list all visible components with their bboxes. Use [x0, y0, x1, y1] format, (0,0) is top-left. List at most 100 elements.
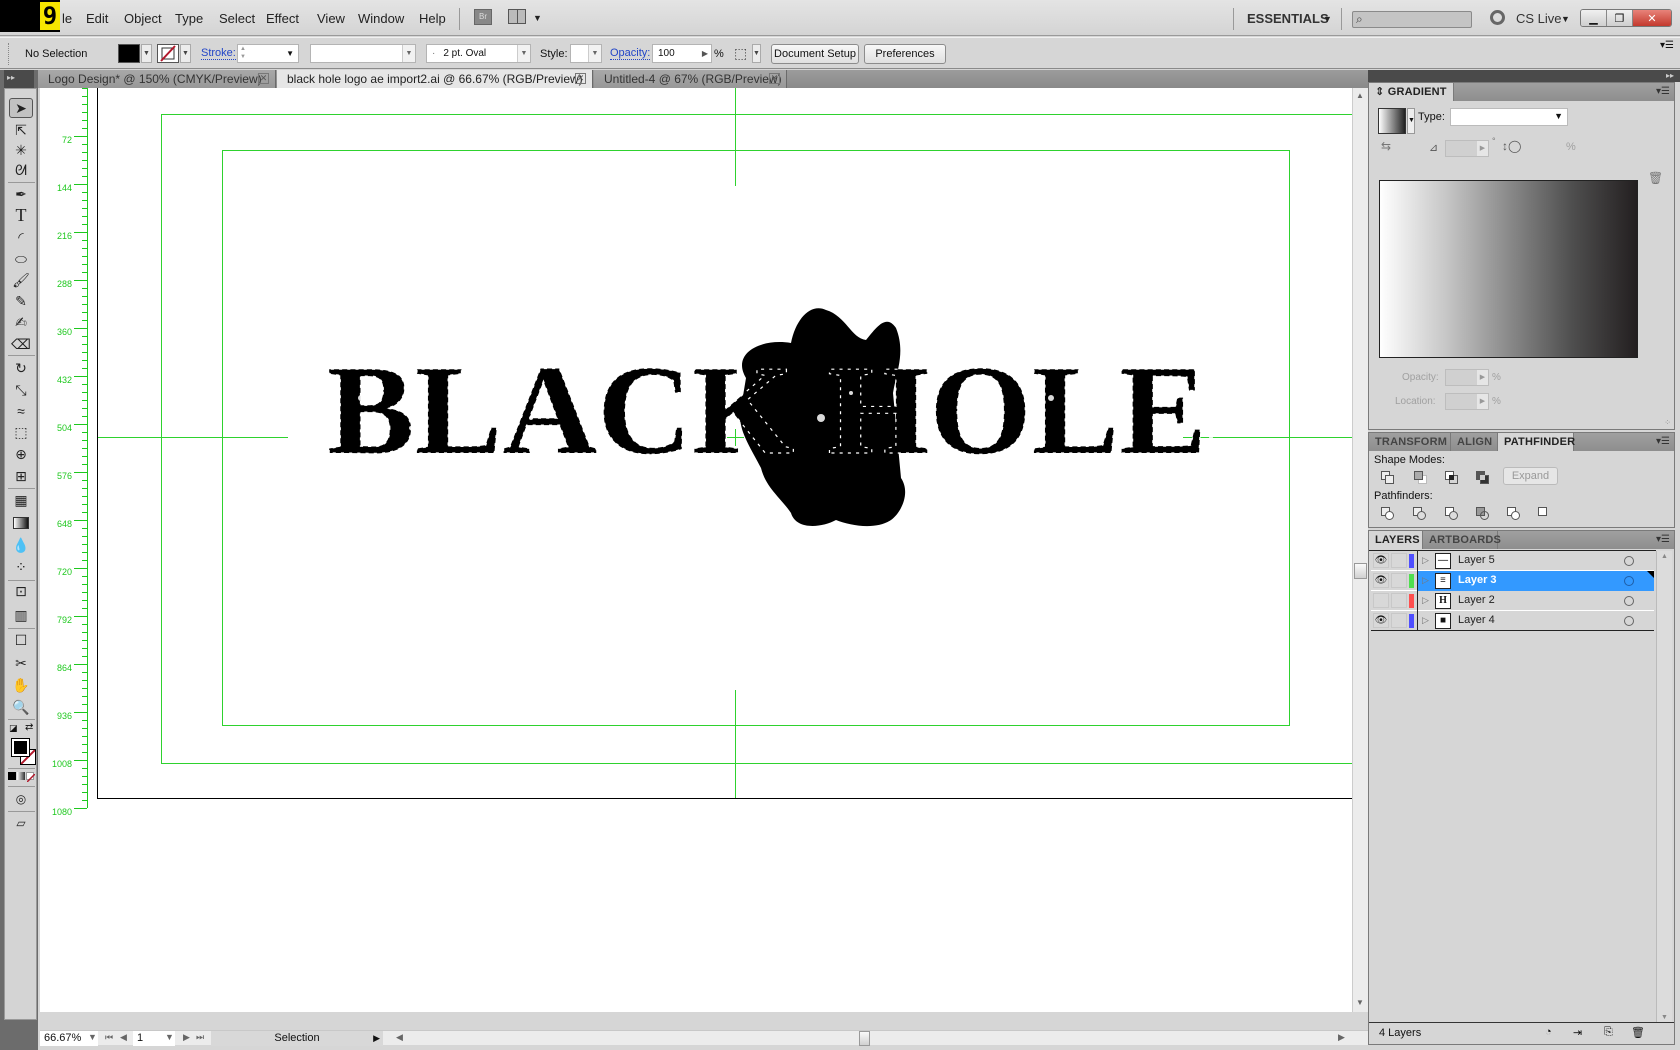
visibility-eye-icon[interactable]: 👁 — [1373, 613, 1389, 628]
ellipse-tool[interactable]: ⬭ — [9, 249, 33, 269]
minus-back-icon[interactable] — [1538, 507, 1552, 521]
stroke-dropdown-icon[interactable]: ▼ — [180, 44, 191, 63]
artboard-canvas[interactable]: 72 144 216 288 360 432 504 576 648 720 792 864 936 10… — [40, 88, 1352, 1012]
menu-object[interactable]: Object — [124, 11, 162, 26]
layer-row[interactable]: ▷ H Layer 2 — [1371, 591, 1654, 611]
graphic-style-select[interactable]: ▼ — [570, 44, 602, 63]
outline-icon[interactable] — [1507, 507, 1521, 521]
expand-layer-icon[interactable]: ▷ — [1422, 555, 1429, 566]
angle-dropdown-icon[interactable]: ▶ — [1477, 141, 1488, 156]
crop-icon[interactable] — [1476, 507, 1490, 521]
expand-button[interactable]: Expand — [1503, 467, 1558, 485]
status-menu-arrow-icon[interactable]: ▶ — [373, 1031, 380, 1046]
create-sublayer-icon[interactable]: ⇥ — [1573, 1026, 1582, 1039]
tab-pathfinder[interactable]: PATHFINDER — [1498, 433, 1575, 451]
blend-tool[interactable]: ⁘ — [9, 557, 33, 577]
gradient-tool[interactable] — [9, 513, 33, 533]
scroll-left-icon[interactable]: ◀ — [396, 1032, 403, 1043]
gradient-type-dropdown-icon[interactable]: ▼ — [1554, 111, 1563, 121]
swap-colors-icon[interactable]: ⇄ — [25, 722, 33, 733]
workspace-dropdown-icon[interactable]: ▼ — [1323, 14, 1332, 24]
layer-name[interactable]: Layer 4 — [1458, 614, 1495, 626]
menu-type[interactable]: Type — [175, 11, 203, 26]
workspace-switcher[interactable]: ESSENTIALS — [1247, 11, 1329, 26]
opacity-field[interactable]: 100 ▶ — [652, 44, 712, 63]
arrange-documents-icon[interactable] — [508, 9, 526, 24]
scroll-up-icon[interactable]: ▲ — [1661, 553, 1668, 560]
control-bar-grip[interactable] — [8, 43, 11, 65]
previous-artboard-icon[interactable]: ◀ — [120, 1032, 127, 1043]
free-transform-tool[interactable]: ⬚ — [9, 422, 33, 442]
lock-toggle[interactable] — [1391, 613, 1407, 628]
menu-view[interactable]: View — [317, 11, 345, 26]
unite-icon[interactable] — [1381, 471, 1395, 485]
gradient-type-select[interactable]: ▼ — [1450, 108, 1568, 126]
symbol-sprayer-tool[interactable]: ⊡ — [9, 581, 33, 601]
direct-selection-tool[interactable]: ⇱ — [9, 120, 33, 140]
brush-dropdown-icon[interactable]: ▼ — [517, 45, 530, 62]
layer-target-icon[interactable] — [1624, 576, 1634, 586]
exclude-icon[interactable] — [1476, 471, 1490, 485]
tab-align[interactable]: ALIGN — [1451, 433, 1498, 451]
stop-opacity-field[interactable]: ▶ — [1445, 369, 1489, 386]
close-tab-icon[interactable]: ✕ — [258, 73, 269, 84]
warp-tool[interactable]: ≈ — [9, 401, 33, 421]
layer-name-cell[interactable]: ▷ H Layer 2 — [1418, 591, 1654, 611]
scroll-right-icon[interactable]: ▶ — [1338, 1032, 1345, 1043]
expand-layer-icon[interactable]: ▷ — [1422, 595, 1429, 606]
stroke-swatch[interactable] — [157, 44, 179, 63]
layer-name[interactable]: Layer 5 — [1458, 554, 1495, 566]
layer-target-icon[interactable] — [1624, 596, 1634, 606]
magic-wand-tool[interactable]: ✳ — [9, 140, 33, 160]
reverse-gradient-icon[interactable]: ⇆ — [1381, 139, 1391, 153]
vertical-scroll-thumb[interactable] — [1354, 563, 1367, 579]
layer-name[interactable]: Layer 2 — [1458, 594, 1495, 606]
drawing-mode-icon[interactable]: ◎ — [9, 789, 33, 809]
pen-tool[interactable]: ✒ — [9, 184, 33, 204]
current-tool-status[interactable]: Selection ▶ — [211, 1031, 383, 1046]
layer-row-selected[interactable]: 👁 ▷ ≡ Layer 3 — [1371, 571, 1654, 591]
tab-layers[interactable]: LAYERS — [1369, 531, 1423, 549]
minus-front-icon[interactable] — [1414, 471, 1428, 485]
zoom-tool[interactable]: 🔍 — [9, 697, 33, 717]
gradient-slider-preview[interactable] — [1379, 180, 1638, 358]
visibility-eye-icon[interactable]: 👁 — [1373, 573, 1389, 588]
layers-scrollbar[interactable]: ▲ ▼ — [1656, 551, 1672, 1023]
lock-toggle[interactable] — [1391, 593, 1407, 608]
fill-color-box[interactable] — [11, 738, 30, 757]
delete-stop-icon[interactable]: 🗑 — [1648, 171, 1663, 185]
blob-brush-tool[interactable]: ✍ — [9, 312, 33, 332]
eraser-tool[interactable]: ⌫ — [9, 334, 33, 354]
stroke-stepper-icon[interactable]: ▲ ▼ — [240, 45, 246, 61]
screen-mode-icon[interactable]: ▱ — [9, 813, 33, 833]
minimize-button[interactable]: ▁ — [1581, 10, 1607, 26]
panel-dock-collapse-icon[interactable]: ▸▸ — [1368, 70, 1680, 82]
layer-row[interactable]: 👁 ▷ ■ Layer 4 — [1371, 611, 1654, 631]
brush-definition-select[interactable]: · 2 pt. Oval ▼ — [426, 44, 531, 63]
opacity-slider-arrow-icon[interactable]: ▶ — [702, 45, 708, 62]
mesh-tool[interactable]: ▦ — [9, 490, 33, 510]
arrange-dropdown-icon[interactable]: ▼ — [533, 13, 542, 23]
expand-layer-icon[interactable]: ▷ — [1422, 575, 1429, 586]
layer-name-cell[interactable]: ▷ — Layer 5 — [1418, 551, 1654, 571]
lasso-tool[interactable]: ᘛ — [9, 160, 33, 180]
isolate-dropdown-icon[interactable]: ▼ — [752, 44, 761, 63]
control-bar-menu-icon[interactable]: ▾☰ — [1660, 40, 1674, 51]
new-layer-icon[interactable]: ⎘ — [1604, 1026, 1613, 1039]
delete-layer-icon[interactable]: 🗑 — [1631, 1026, 1645, 1039]
expand-layer-icon[interactable]: ▷ — [1422, 615, 1429, 626]
vertical-ruler[interactable]: 72 144 216 288 360 432 504 576 648 720 792 864 936 10… — [40, 88, 88, 817]
variable-width-dropdown-icon[interactable]: ▼ — [402, 45, 415, 62]
menu-select[interactable]: Select — [219, 11, 255, 26]
close-button[interactable]: ✕ — [1633, 10, 1671, 26]
slice-tool[interactable]: ✂ — [9, 653, 33, 673]
pencil-tool[interactable]: ✎ — [9, 291, 33, 311]
scroll-down-icon[interactable]: ▼ — [1661, 1014, 1668, 1021]
trim-icon[interactable] — [1413, 507, 1427, 521]
rotate-tool[interactable]: ↻ — [9, 358, 33, 378]
artboard-dropdown-icon[interactable]: ▼ — [165, 1032, 174, 1042]
hand-tool[interactable]: ✋ — [9, 675, 33, 695]
layer-name[interactable]: Layer 3 — [1458, 574, 1497, 586]
layer-row[interactable]: 👁 ▷ — Layer 5 — [1371, 551, 1654, 571]
gradient-mode-button[interactable] — [17, 772, 25, 780]
